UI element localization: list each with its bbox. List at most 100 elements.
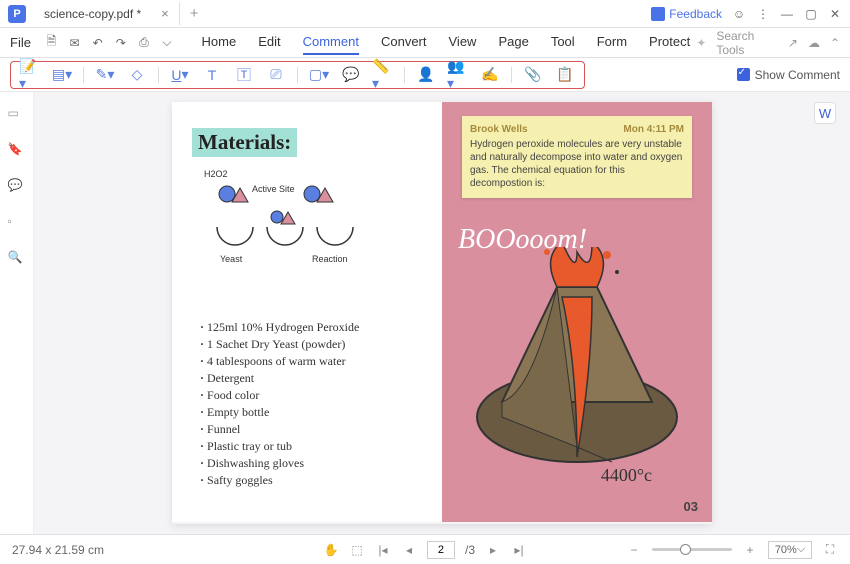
menu-protect[interactable]: Protect [649,30,690,55]
zoom-out-icon[interactable]: − [626,542,642,558]
measure-tool-icon[interactable]: 📏▾ [372,65,394,85]
file-menu[interactable]: File [10,35,31,50]
shape-tool-icon[interactable]: ▢▾ [308,65,330,85]
underline-tool-icon[interactable]: U▾ [169,65,191,85]
eraser-tool-icon[interactable]: ◇ [126,65,148,85]
menu-tool[interactable]: Tool [551,30,575,55]
tab-title: science-copy.pdf * [44,7,141,21]
minimize-icon[interactable]: — [780,7,794,21]
left-sidebar: ▭ 🔖 💬 ▫ 🔍 [0,92,34,534]
note-tool-icon[interactable]: 📝▾ [19,65,41,85]
fit-page-icon[interactable]: ⛶ [822,542,838,558]
zoom-slider[interactable] [652,548,732,551]
menu-view[interactable]: View [449,30,477,55]
zoom-in-icon[interactable]: + [742,542,758,558]
zoom-value[interactable]: 70% ⌵ [768,541,812,559]
attachments-icon[interactable]: ▫ [8,214,26,232]
checkbox-icon[interactable] [737,68,750,81]
menubar: File 🗎 ✉ ↶ ↷ ⎙ ⌵ Home Edit Comment Conve… [0,28,850,58]
attach-tool-icon[interactable]: 📎 [522,65,544,85]
mail-icon[interactable]: ✉ [66,34,83,52]
list-item: 4 tablespoons of warm water [200,354,359,369]
cloud-icon[interactable]: ☁ [808,36,820,50]
search-tools[interactable]: Search Tools [716,29,778,57]
select-tool-icon[interactable]: ⬚ [349,542,365,558]
sign-tool-icon[interactable]: ✍ [479,65,501,85]
menu-page[interactable]: Page [498,30,528,55]
bookmark-icon[interactable]: 🔖 [8,142,26,160]
molecule-diagram: H2O2 Active Site Yeast Reaction [202,172,402,274]
materials-list: 125ml 10% Hydrogen Peroxide 1 Sachet Dry… [200,320,359,490]
list-item: Funnel [200,422,359,437]
add-tab-icon[interactable]: + [190,5,199,22]
page-total: /3 [465,543,475,557]
text-tool-icon[interactable]: T [201,65,223,85]
stamp2-tool-icon[interactable]: 👥▾ [447,65,469,85]
feedback-button[interactable]: Feedback [651,7,722,21]
menu-home[interactable]: Home [202,30,237,55]
stamp-tool-icon[interactable]: 👤 [415,65,437,85]
list-tool-icon[interactable]: 📋 [554,65,576,85]
list-item: 125ml 10% Hydrogen Peroxide [200,320,359,335]
hand-tool-icon[interactable]: ✋ [323,542,339,558]
materials-heading: Materials: [192,128,297,157]
word-export-icon[interactable]: W [814,102,836,124]
feedback-label: Feedback [669,7,722,21]
pencil-tool-icon[interactable]: ✎▾ [94,65,116,85]
textbox-tool-icon[interactable]: 🅃 [233,65,255,85]
redo-icon[interactable]: ↷ [112,34,129,52]
page-number: 03 [684,499,698,514]
list-item: Food color [200,388,359,403]
search-panel-icon[interactable]: 🔍 [8,250,26,268]
last-page-icon[interactable]: ▸| [511,542,527,558]
note-time: Mon 4:11 PM [623,124,684,135]
page-right: Brook Wells Mon 4:11 PM Hydrogen peroxid… [442,102,712,522]
list-item: 1 Sachet Dry Yeast (powder) [200,337,359,352]
titlebar: P science-copy.pdf * × + Feedback ☺ ⋮ — … [0,0,850,28]
page-input[interactable] [427,541,455,559]
prev-page-icon[interactable]: ◂ [401,542,417,558]
maximize-icon[interactable]: ▢ [804,7,818,21]
label-yeast: Yeast [220,254,242,264]
close-icon[interactable]: × [161,6,169,21]
undo-icon[interactable]: ↶ [89,34,106,52]
print-icon[interactable]: ⎙ [135,34,152,52]
first-page-icon[interactable]: |◂ [375,542,391,558]
feedback-icon [651,7,665,21]
save-icon[interactable]: 🗎 [43,34,60,52]
document-tab[interactable]: science-copy.pdf * × [34,2,180,25]
label-active-site: Active Site [252,184,295,194]
thumbnails-icon[interactable]: ▭ [8,106,26,124]
menu-comment[interactable]: Comment [303,30,359,55]
collapse-icon[interactable]: ⌃ [830,36,840,50]
page-left: Materials: H2O2 Active Site Yeast Reacti… [172,102,442,522]
volcano-illustration [462,247,692,477]
list-item: Dishwashing gloves [200,456,359,471]
chevron-down-icon[interactable]: ⌵ [158,34,175,52]
list-item: Safty goggles [200,473,359,488]
note-body: Hydrogen peroxide molecules are very uns… [470,138,684,190]
magic-icon[interactable]: ✦ [696,36,706,50]
materials-title: Materials: [198,130,291,154]
document-canvas[interactable]: W Materials: H2O2 Active [34,92,850,534]
menu-edit[interactable]: Edit [258,30,280,55]
tool-group-highlighted: 📝▾ ▤▾ ✎▾ ◇ U▾ T 🅃 ⎚ ▢▾ 💬 📏▾ 👤 👥▾ ✍ 📎 📋 [10,61,585,89]
list-item: Detergent [200,371,359,386]
workspace: ▭ 🔖 💬 ▫ 🔍 W Materials: [0,92,850,534]
menu-convert[interactable]: Convert [381,30,427,55]
highlight-tool-icon[interactable]: ▤▾ [51,65,73,85]
callout-tool-icon[interactable]: ⎚ [265,65,287,85]
comments-panel-icon[interactable]: 💬 [8,178,26,196]
statusbar: 27.94 x 21.59 cm ✋ ⬚ |◂ ◂ /3 ▸ ▸| − + 70… [0,534,850,564]
note-author: Brook Wells [470,124,528,135]
sticky-note[interactable]: Brook Wells Mon 4:11 PM Hydrogen peroxid… [462,116,692,198]
next-page-icon[interactable]: ▸ [485,542,501,558]
comment-tool-icon[interactable]: 💬 [340,65,362,85]
user-icon[interactable]: ☺ [732,7,746,21]
list-item: Plastic tray or tub [200,439,359,454]
more-icon[interactable]: ⋮ [756,7,770,21]
menu-form[interactable]: Form [597,30,627,55]
share-icon[interactable]: ↗ [788,36,798,50]
show-comment-toggle[interactable]: Show Comment [737,68,840,82]
close-window-icon[interactable]: ✕ [828,7,842,21]
